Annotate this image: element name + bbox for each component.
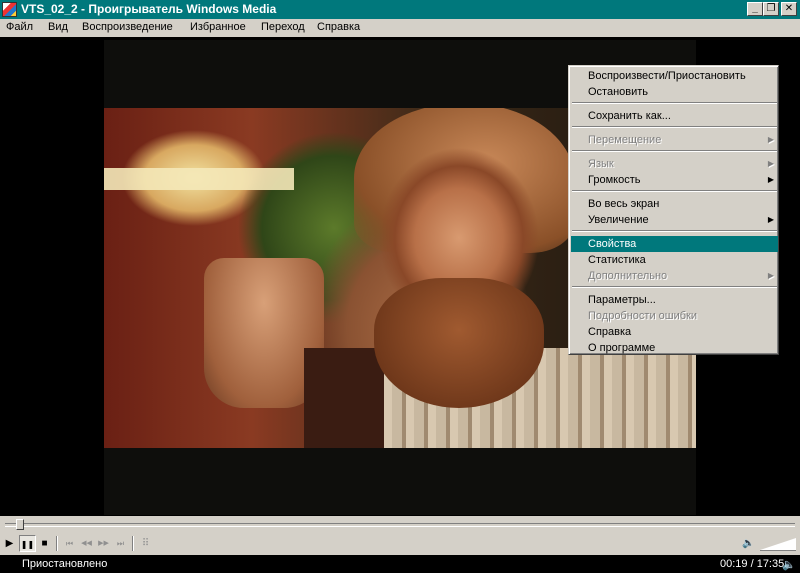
ctx-volume[interactable]: Громкость ▶	[571, 172, 778, 188]
ctx-advanced: Дополнительно ▶	[571, 268, 778, 284]
speaker-icon: 🔈	[782, 559, 796, 571]
ctx-separator	[572, 102, 777, 104]
title-bar: VTS_02_2 - Проигрыватель Windows Media _…	[0, 0, 800, 19]
fast-forward-button[interactable]: ▶▶	[95, 535, 112, 552]
rewind-button[interactable]: ◀◀	[78, 535, 95, 552]
menu-file[interactable]: Файл	[6, 21, 33, 33]
ctx-language: Язык ▶	[571, 156, 778, 172]
ctx-language-label: Язык	[588, 158, 614, 170]
menu-help[interactable]: Справка	[317, 21, 360, 33]
separator	[56, 536, 58, 551]
ctx-separator	[572, 126, 777, 128]
menu-bar: Файл Вид Воспроизведение Избранное Перех…	[0, 19, 800, 37]
ctx-seek: Перемещение ▶	[571, 132, 778, 148]
close-button[interactable]: ✕	[781, 2, 797, 16]
ctx-separator	[572, 190, 777, 192]
minimize-button[interactable]: _	[747, 2, 763, 16]
ctx-options[interactable]: Параметры...	[571, 292, 778, 308]
submenu-arrow-icon: ▶	[767, 135, 774, 144]
play-button[interactable]: ▶	[1, 535, 18, 552]
menu-favorites[interactable]: Избранное	[190, 21, 246, 33]
ctx-advanced-label: Дополнительно	[588, 270, 668, 282]
ctx-separator	[572, 230, 777, 232]
ctx-error-details: Подробности ошибки	[588, 310, 698, 322]
time-display: 00:19 / 17:35	[720, 558, 785, 570]
ctx-fullscreen[interactable]: Во весь экран	[571, 196, 778, 212]
media-player-icon[interactable]	[2, 2, 17, 17]
ctx-separator	[572, 286, 777, 288]
maximize-button[interactable]: ❐	[763, 2, 779, 16]
ctx-help[interactable]: Справка	[571, 324, 778, 340]
menu-view[interactable]: Вид	[48, 21, 68, 33]
ctx-zoom-label: Увеличение	[588, 214, 649, 226]
submenu-arrow-icon: ▶	[767, 215, 774, 224]
ctx-zoom[interactable]: Увеличение ▶	[571, 212, 778, 228]
transport-controls: ▶ ❚❚ ■ ⏮ ◀◀ ▶▶ ⏭ ⠿ 🔈	[0, 532, 800, 555]
volume-slider[interactable]	[760, 538, 796, 550]
context-menu: Воспроизвести/Приостановить Остановить С…	[568, 65, 779, 355]
seek-thumb[interactable]	[16, 519, 25, 530]
separator	[132, 536, 134, 551]
menu-go[interactable]: Переход	[261, 21, 305, 33]
submenu-arrow-icon: ▶	[767, 159, 774, 168]
window-title: VTS_02_2 - Проигрыватель Windows Media	[21, 2, 277, 16]
skip-forward-button[interactable]: ⏭	[112, 535, 129, 552]
mute-icon[interactable]: 🔈	[740, 535, 757, 552]
pause-button[interactable]: ❚❚	[19, 535, 36, 552]
ctx-stop[interactable]: Остановить	[571, 84, 778, 100]
ctx-about[interactable]: О программе	[571, 340, 778, 356]
stop-button[interactable]: ■	[36, 535, 53, 552]
submenu-arrow-icon: ▶	[767, 175, 774, 184]
seek-track[interactable]	[5, 523, 795, 527]
status-bar: Приостановлено 00:19 / 17:35 🔈	[0, 555, 800, 573]
ctx-statistics[interactable]: Статистика	[571, 252, 778, 268]
ctx-play-pause[interactable]: Воспроизвести/Приостановить	[571, 68, 778, 84]
seek-bar[interactable]	[0, 516, 800, 532]
ctx-properties[interactable]: Свойства	[571, 236, 778, 252]
ctx-separator	[572, 150, 777, 152]
ctx-seek-label: Перемещение	[588, 134, 662, 146]
menu-playback[interactable]: Воспроизведение	[82, 21, 173, 33]
skip-back-button[interactable]: ⏮	[61, 535, 78, 552]
submenu-arrow-icon: ▶	[767, 271, 774, 280]
playback-status: Приостановлено	[22, 558, 108, 570]
playlist-button[interactable]: ⠿	[137, 535, 154, 552]
ctx-save-as[interactable]: Сохранить как...	[571, 108, 778, 124]
ctx-volume-label: Громкость	[588, 174, 641, 186]
